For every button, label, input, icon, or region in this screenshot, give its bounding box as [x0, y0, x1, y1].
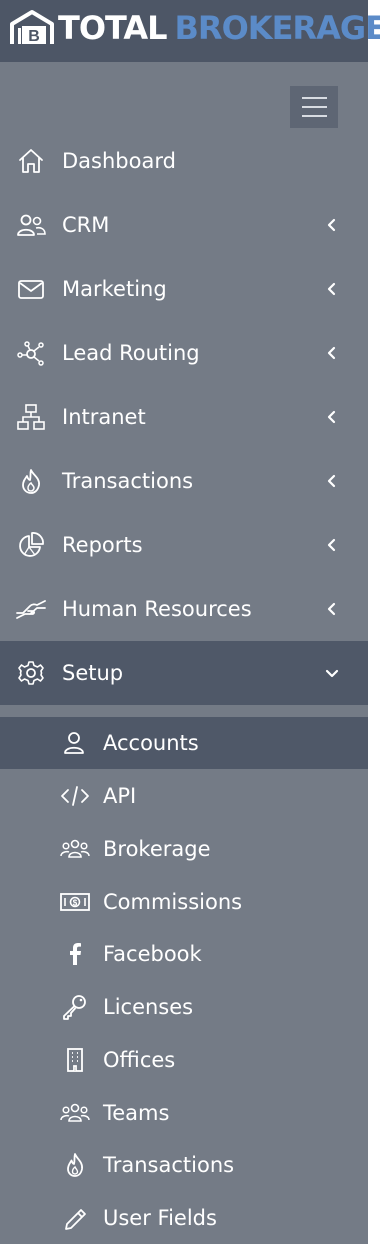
envelope-icon: [16, 275, 46, 303]
submenu-item-label: Accounts: [103, 731, 199, 755]
nav-item-label: Intranet: [62, 405, 146, 429]
nav-item-label: Human Resources: [62, 597, 252, 621]
nav-item-label: Dashboard: [62, 149, 176, 173]
submenu-item-licenses[interactable]: Licenses: [0, 981, 368, 1033]
nav-item-label: Reports: [62, 533, 143, 557]
chevron-left-icon: [322, 215, 342, 235]
users-icon: [16, 211, 46, 239]
nav-item-human-resources[interactable]: Human Resources: [0, 577, 368, 641]
chevron-left-icon: [322, 279, 342, 299]
chevron-left-icon: [322, 599, 342, 619]
user-icon: [60, 730, 90, 756]
nav-item-crm[interactable]: CRM: [0, 193, 368, 257]
sitemap-icon: [16, 403, 46, 431]
chevron-left-icon: [322, 343, 342, 363]
nav-item-setup[interactable]: Setup: [0, 641, 368, 705]
nav-item-intranet[interactable]: Intranet: [0, 385, 368, 449]
logo-house-icon: B: [10, 10, 54, 45]
submenu-item-label: API: [103, 784, 137, 808]
nav-item-label: Lead Routing: [62, 341, 200, 365]
submenu-item-offices[interactable]: Offices: [0, 1034, 368, 1086]
brand-name-total: TOTAL: [58, 9, 168, 47]
nav-item-transactions[interactable]: Transactions: [0, 449, 368, 513]
nav-item-label: Setup: [62, 661, 124, 685]
nav-item-label: CRM: [62, 213, 110, 237]
network-icon: [16, 339, 46, 367]
nav-item-label: Marketing: [62, 277, 167, 301]
flame-icon: [60, 1152, 90, 1178]
home-icon: [16, 147, 46, 175]
submenu-item-label: Teams: [103, 1101, 170, 1125]
hamburger-icon: [302, 97, 327, 99]
group-icon: [60, 836, 90, 862]
submenu-item-transactions[interactable]: Transactions: [0, 1139, 368, 1191]
brand-name-brokerage: BROKERAGE: [174, 9, 380, 47]
building-icon: [60, 1047, 90, 1073]
submenu-item-label: Commissions: [103, 890, 243, 914]
submenu-item-user-fields[interactable]: User Fields: [0, 1192, 368, 1244]
chevron-left-icon: [322, 471, 342, 491]
submenu-item-api[interactable]: API: [0, 770, 368, 822]
svg-text:B: B: [28, 28, 40, 45]
submenu-item-label: Facebook: [103, 942, 202, 966]
nav-item-dashboard[interactable]: Dashboard: [0, 129, 368, 193]
pencil-icon: [60, 1205, 90, 1231]
gear-icon: [16, 659, 46, 687]
submenu-item-brokerage[interactable]: Brokerage: [0, 823, 368, 875]
submenu-item-commissions[interactable]: $ Commissions: [0, 876, 368, 928]
svg-text:$: $: [73, 899, 78, 908]
submenu-item-label: Transactions: [103, 1153, 235, 1177]
nav-item-lead-routing[interactable]: Lead Routing: [0, 321, 368, 385]
chevron-down-icon: [322, 663, 342, 683]
submenu-item-label: User Fields: [103, 1206, 217, 1230]
submenu-item-facebook[interactable]: Facebook: [0, 928, 368, 980]
submenu-item-label: Licenses: [103, 995, 194, 1019]
submenu-item-teams[interactable]: Teams: [0, 1087, 368, 1139]
pie-chart-icon: [16, 531, 46, 559]
nav-item-label: Transactions: [62, 469, 194, 493]
submenu-item-accounts[interactable]: Accounts: [0, 717, 368, 769]
submenu-item-label: Brokerage: [103, 837, 211, 861]
sidebar-header: B TOTAL BROKERAGE: [0, 0, 380, 62]
brand-logo[interactable]: B TOTAL BROKERAGE: [8, 8, 380, 48]
chevron-left-icon: [322, 407, 342, 427]
menu-toggle-button[interactable]: [290, 86, 338, 128]
sidebar: B TOTAL BROKERAGE Dashboard CRM Marketin…: [0, 0, 380, 1244]
flame-icon: [16, 467, 46, 495]
handshake-icon: [16, 595, 46, 623]
submenu-item-label: Offices: [103, 1048, 176, 1072]
code-icon: [60, 783, 90, 809]
nav-item-reports[interactable]: Reports: [0, 513, 368, 577]
group-icon: [60, 1100, 90, 1126]
nav-item-marketing[interactable]: Marketing: [0, 257, 368, 321]
chevron-left-icon: [322, 535, 342, 555]
money-bill-icon: $: [60, 889, 90, 915]
key-icon: [60, 994, 90, 1020]
facebook-icon: [60, 941, 90, 967]
